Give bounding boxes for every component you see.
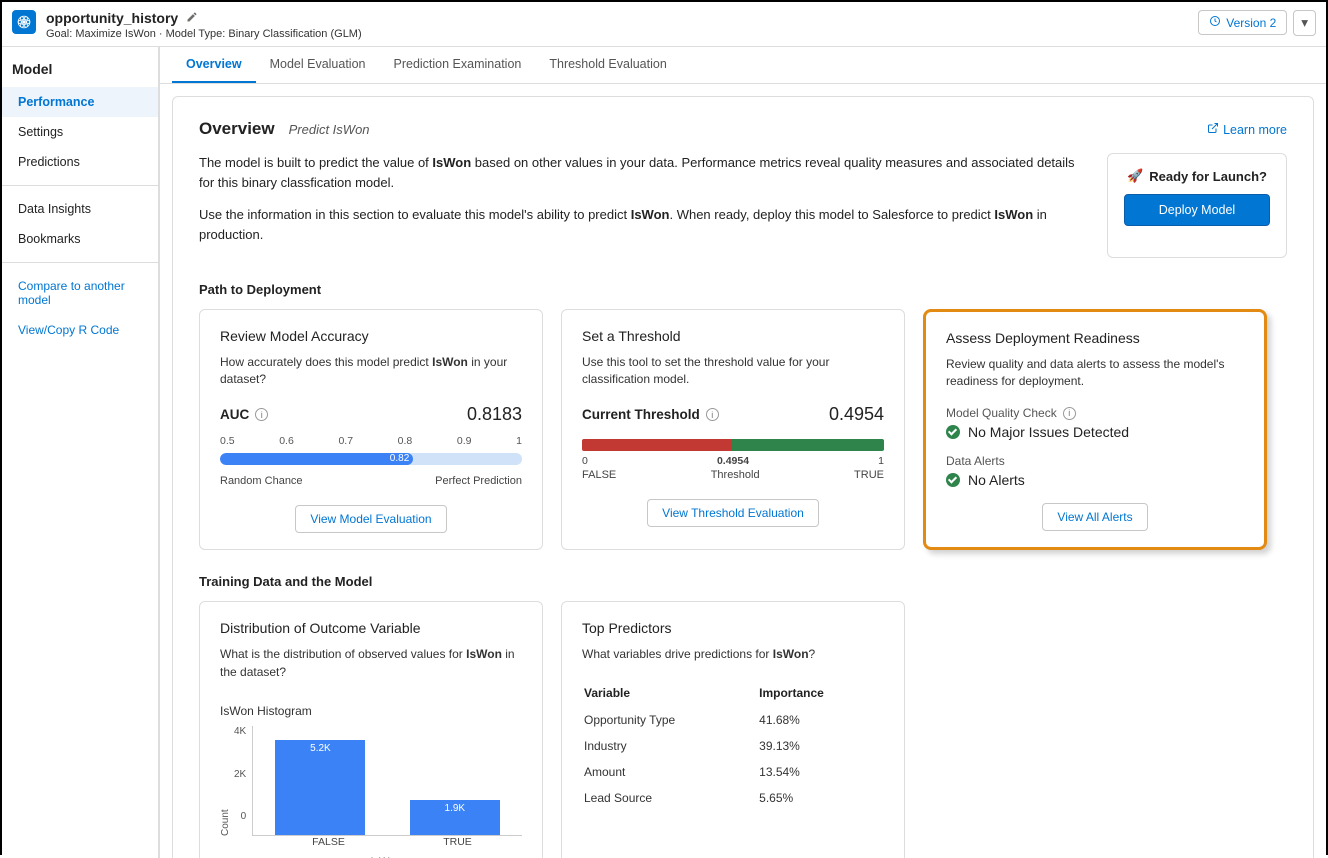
histogram-bar-false: 5.2K (275, 740, 365, 835)
section-path-to-deployment: Path to Deployment (199, 282, 1287, 297)
info-icon[interactable]: i (1063, 407, 1076, 420)
overview-panel: Overview Predict IsWon Learn more The mo… (172, 96, 1314, 858)
check-circle-icon (946, 425, 960, 439)
sidebar-link-compare[interactable]: Compare to another model (2, 271, 158, 315)
threshold-ticks: 0 0.4954 1 (582, 455, 884, 467)
card-distribution: Distribution of Outcome Variable What is… (199, 601, 543, 858)
auc-fill-label: 0.82 (386, 453, 413, 465)
card-title: Distribution of Outcome Variable (220, 620, 522, 636)
threshold-labels: FALSE Threshold TRUE (582, 469, 884, 481)
sidebar-item-settings[interactable]: Settings (2, 117, 158, 147)
histogram-yticks: 4K 2K 0 (234, 726, 252, 836)
threshold-label: Current Threshold i (582, 407, 719, 422)
launch-box: 🚀 Ready for Launch? Deploy Model (1107, 153, 1287, 258)
app-header: opportunity_history Goal: Maximize IsWon… (2, 2, 1326, 47)
auc-bar: 0.82 (220, 453, 522, 465)
version-label: Version 2 (1226, 16, 1276, 30)
tabs: Overview Model Evaluation Prediction Exa… (160, 47, 1326, 84)
card-desc: How accurately does this model predict I… (220, 354, 522, 389)
sidebar-item-data-insights[interactable]: Data Insights (2, 194, 158, 224)
table-row: Lead Source5.65% (584, 786, 882, 810)
auc-label: AUC i (220, 407, 268, 422)
edit-icon[interactable] (186, 11, 198, 26)
auc-left-label: Random Chance (220, 475, 303, 487)
learn-more-label: Learn more (1223, 123, 1287, 137)
card-top-predictors: Top Predictors What variables drive pred… (561, 601, 905, 858)
info-icon[interactable]: i (706, 408, 719, 421)
deploy-model-button[interactable]: Deploy Model (1124, 194, 1270, 226)
view-all-alerts-button[interactable]: View All Alerts (1042, 503, 1147, 531)
histogram-ylabel: Count (220, 726, 231, 836)
divider (2, 262, 158, 263)
table-row: Amount13.54% (584, 760, 882, 784)
card-deployment-readiness: Assess Deployment Readiness Review quali… (923, 309, 1267, 551)
sidebar-item-predictions[interactable]: Predictions (2, 147, 158, 177)
sidebar-title: Model (2, 47, 158, 87)
col-variable: Variable (584, 680, 757, 706)
card-threshold: Set a Threshold Use this tool to set the… (561, 309, 905, 551)
card-desc: Use this tool to set the threshold value… (582, 354, 884, 389)
info-icon[interactable]: i (255, 408, 268, 421)
tab-model-evaluation[interactable]: Model Evaluation (256, 47, 380, 83)
version-button[interactable]: Version 2 (1198, 10, 1287, 35)
sidebar-item-bookmarks[interactable]: Bookmarks (2, 224, 158, 254)
divider (2, 185, 158, 186)
tab-threshold-evaluation[interactable]: Threshold Evaluation (535, 47, 680, 83)
quality-check-label: Model Quality Check i (946, 406, 1244, 420)
card-title: Top Predictors (582, 620, 884, 636)
header-menu-button[interactable]: ▾ (1293, 10, 1316, 36)
table-row: Industry39.13% (584, 734, 882, 758)
predictors-table: Variable Importance Opportunity Type41.6… (582, 678, 884, 812)
overview-description: The model is built to predict the value … (199, 153, 1079, 258)
page-title: opportunity_history (46, 10, 178, 26)
tab-prediction-examination[interactable]: Prediction Examination (380, 47, 536, 83)
col-importance: Importance (759, 680, 882, 706)
histogram-xticks: FALSE TRUE (264, 836, 522, 848)
page-subtitle: Goal: Maximize IsWon · Model Type: Binar… (46, 28, 362, 40)
table-row: Opportunity Type41.68% (584, 708, 882, 732)
header-titles: opportunity_history Goal: Maximize IsWon… (46, 10, 362, 40)
sidebar-item-performance[interactable]: Performance (2, 87, 158, 117)
histogram: IsWon Histogram Count 4K 2K 0 5.2K (220, 704, 522, 858)
section-training-data: Training Data and the Model (199, 574, 1287, 589)
learn-more-link[interactable]: Learn more (1207, 122, 1287, 137)
launch-title: Ready for Launch? (1149, 169, 1267, 184)
view-threshold-evaluation-button[interactable]: View Threshold Evaluation (647, 499, 819, 527)
auc-right-label: Perfect Prediction (435, 475, 522, 487)
sidebar: Model Performance Settings Predictions D… (2, 47, 160, 858)
card-desc: What variables drive predictions for IsW… (582, 646, 884, 663)
app-icon (12, 10, 36, 34)
histogram-bar-true: 1.9K (410, 800, 500, 835)
card-model-accuracy: Review Model Accuracy How accurately doe… (199, 309, 543, 551)
check-circle-icon (946, 473, 960, 487)
chevron-down-icon: ▾ (1301, 15, 1308, 30)
table-header: Variable Importance (584, 680, 882, 706)
histogram-title: IsWon Histogram (220, 704, 522, 718)
auc-value: 0.8183 (467, 404, 522, 425)
overview-subtitle: Predict IsWon (289, 122, 370, 137)
threshold-value: 0.4954 (829, 404, 884, 425)
card-title: Review Model Accuracy (220, 328, 522, 344)
threshold-bar (582, 439, 884, 451)
rocket-icon: 🚀 (1127, 168, 1143, 184)
overview-title: Overview (199, 119, 275, 139)
card-title: Set a Threshold (582, 328, 884, 344)
view-model-evaluation-button[interactable]: View Model Evaluation (295, 505, 446, 533)
card-desc: What is the distribution of observed val… (220, 646, 522, 680)
external-link-icon (1207, 122, 1219, 137)
data-alerts-label: Data Alerts (946, 454, 1244, 468)
tab-overview[interactable]: Overview (172, 47, 256, 83)
clock-icon (1209, 15, 1221, 30)
card-desc: Review quality and data alerts to assess… (946, 356, 1244, 391)
quality-check-text: No Major Issues Detected (968, 424, 1129, 440)
auc-ticks: 0.50.60.70.80.91 (220, 435, 522, 447)
card-title: Assess Deployment Readiness (946, 330, 1244, 346)
data-alerts-text: No Alerts (968, 472, 1025, 488)
sidebar-link-r-code[interactable]: View/Copy R Code (2, 315, 158, 345)
